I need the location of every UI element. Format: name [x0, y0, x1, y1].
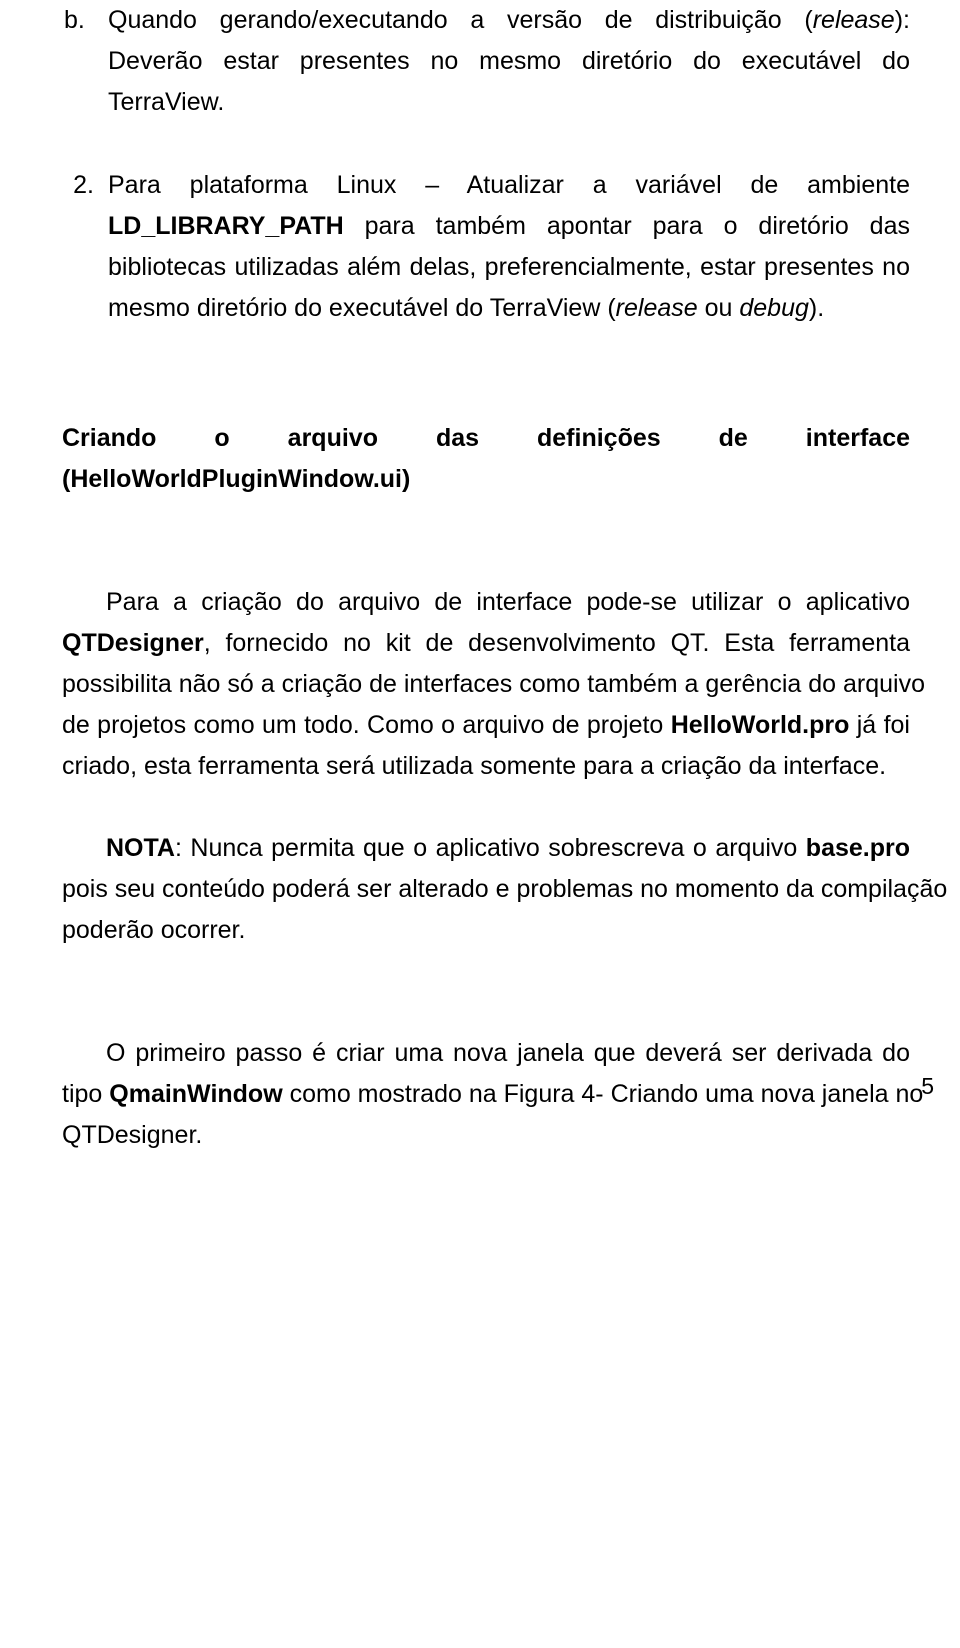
file-name-base-pro: base.pro — [805, 834, 910, 862]
list-item-b-line-1-tail: ): — [894, 6, 910, 34]
paragraph-primeiro-passo-line-1: O primeiro passo é criar uma nova janela… — [62, 1033, 910, 1074]
class-name-qmainwindow: QmainWindow — [109, 1080, 283, 1108]
list-item-2-body: Para plataforma Linux – Atualizar a vari… — [108, 165, 910, 329]
paragraph-nota: NOTA: Nunca permita que o aplicativo sob… — [62, 828, 948, 951]
list-item-b-body: Quando gerando/executando a versão de di… — [108, 0, 910, 123]
paragraph-qtdesigner-line-1-text: Para a criação do arquivo de interface p… — [106, 588, 910, 616]
list-item-2-line-4-mid: ou — [697, 294, 740, 322]
paragraph-primeiro-passo-line-2-b: como mostrado na Figura 4- Criando uma n… — [282, 1080, 924, 1108]
paragraph-qtdesigner-line-1: Para a criação do arquivo de interface p… — [62, 582, 910, 623]
list-marker-b: b. — [64, 6, 85, 34]
list-item-b-line-3: TerraView. — [108, 88, 225, 116]
document-page: b. Quando gerando/executando a versão de… — [0, 0, 960, 1648]
app-name-qtdesigner: QTDesigner — [62, 629, 204, 657]
list-item-2-line-1: Para plataforma Linux – Atualizar a vari… — [108, 171, 910, 199]
list-marker-2: 2. — [73, 171, 94, 199]
paragraph-primeiro-passo-line-3: QTDesigner. — [62, 1121, 203, 1149]
paragraph-qtdesigner: Para a criação do arquivo de interface p… — [62, 582, 925, 787]
paragraph-nota-line-1: NOTA: Nunca permita que o aplicativo sob… — [62, 828, 910, 869]
list-item-2-line-2: LD_LIBRARY_PATH para também apontar para… — [108, 206, 910, 247]
page-number: 5 — [921, 1073, 934, 1099]
paragraph-qtdesigner-line-3: possibilita não só a criação de interfac… — [62, 670, 925, 698]
paragraph-nota-line-2: pois seu conteúdo poderá ser alterado e … — [62, 875, 948, 903]
nota-label: NOTA — [106, 834, 175, 862]
paragraph-primeiro-passo-line-2-a: tipo — [62, 1080, 110, 1108]
paragraph-qtdesigner-line-2: QTDesigner, fornecido no kit de desenvol… — [62, 623, 910, 664]
list-item-2-italic-release: release — [615, 294, 698, 322]
list-item-b-line-2: Deverão estar presentes no mesmo diretór… — [108, 47, 910, 75]
page-content: b. Quando gerando/executando a versão de… — [62, 0, 948, 1156]
section-heading-line-2: (HelloWorldPluginWindow.ui) — [62, 465, 411, 493]
env-var-name: LD_LIBRARY_PATH — [108, 212, 344, 240]
list-item-2-line-3: bibliotecas utilizadas além delas, prefe… — [108, 253, 910, 281]
list-item-b-line-1: Quando gerando/executando a versão de di… — [108, 0, 910, 41]
section-heading: Criando o arquivo das definições de inte… — [62, 418, 910, 500]
paragraph-qtdesigner-line-4: de projetos como um todo. Como o arquivo… — [62, 705, 910, 746]
list-item-2-line-2-rest: para também apontar para o diretório das — [364, 212, 910, 240]
paragraph-qtdesigner-line-2-rest: , fornecido no kit de desenvolvimento QT… — [203, 629, 910, 657]
list-item: b. Quando gerando/executando a versão de… — [62, 0, 910, 123]
list-item-2-line-4: mesmo diretório do executável do TerraVi… — [108, 288, 910, 329]
list-item: 2. Para plataforma Linux – Atualizar a v… — [62, 165, 910, 329]
list-item-b-line-1-italic: release — [812, 6, 895, 34]
list-item-2-italic-debug: debug — [739, 294, 809, 322]
paragraph-qtdesigner-line-5: criado, esta ferramenta será utilizada s… — [62, 752, 887, 780]
list-item-b-line-1-text: Quando gerando/executando a versão de di… — [108, 6, 813, 34]
section-heading-line-1: Criando o arquivo das definições de inte… — [62, 424, 910, 452]
paragraph-primeiro-passo-line-2: tipo QmainWindow como mostrado na Figura… — [62, 1074, 923, 1115]
paragraph-primeiro-passo: O primeiro passo é criar uma nova janela… — [62, 1033, 923, 1156]
paragraph-nota-line-3: poderão ocorrer. — [62, 916, 246, 944]
paragraph-primeiro-passo-line-1-text: O primeiro passo é criar uma nova janela… — [106, 1039, 910, 1067]
paragraph-qtdesigner-line-4-b: já foi — [849, 711, 910, 739]
file-name-helloworld-pro: HelloWorld.pro — [670, 711, 850, 739]
list-item-2-line-4-a: mesmo diretório do executável do TerraVi… — [108, 294, 616, 322]
paragraph-qtdesigner-line-4-a: de projetos como um todo. Como o arquivo… — [62, 711, 671, 739]
paragraph-nota-line-1-rest: : Nunca permita que o aplicativo sobresc… — [174, 834, 806, 862]
list-item-2-line-4-b: ). — [808, 294, 825, 322]
